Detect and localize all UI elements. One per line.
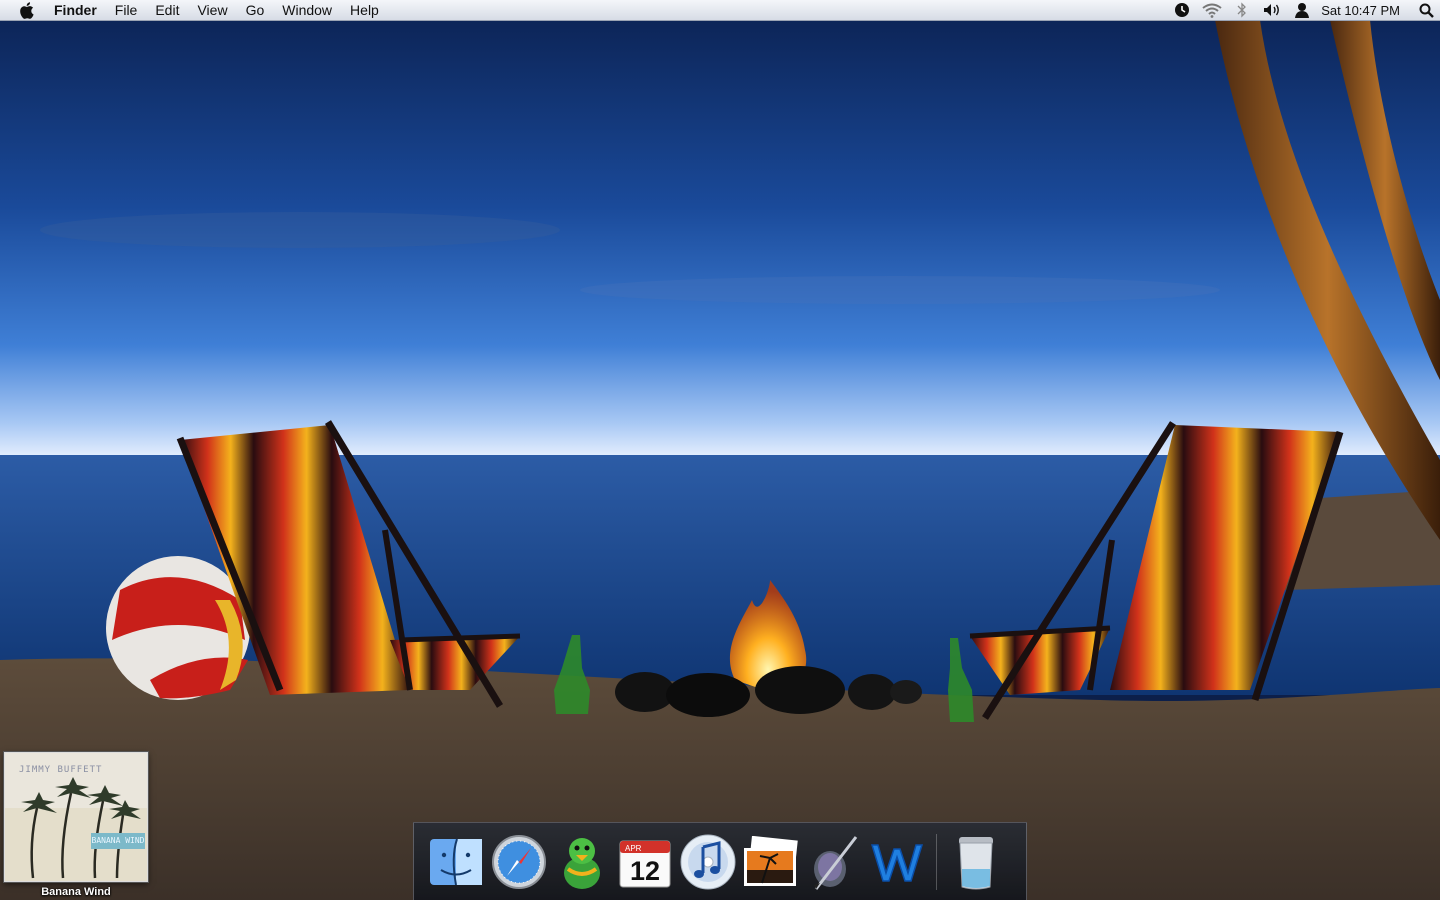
dock-item-trash[interactable] [944, 830, 1007, 894]
menubar-clock[interactable]: Sat 10:47 PM [1317, 3, 1412, 18]
dock-item-iphoto[interactable] [739, 830, 802, 894]
dock-item-word[interactable] [865, 830, 928, 894]
menu-view[interactable]: View [188, 0, 236, 21]
user-icon [1295, 3, 1310, 18]
menu-bar: Finder File Edit View Go Window Help Sat… [0, 0, 1440, 21]
bluetooth-menu[interactable] [1227, 0, 1257, 21]
itunes-icon [680, 834, 735, 889]
dock-separator [928, 832, 944, 892]
menu-file[interactable]: File [106, 0, 147, 21]
menu-go[interactable]: Go [237, 0, 274, 21]
album-artist-text: JIMMY BUFFETT [19, 765, 103, 775]
dock-item-script-editor[interactable] [802, 830, 865, 894]
spotlight-menu[interactable] [1412, 0, 1440, 21]
iphoto-icon [743, 835, 798, 886]
ical-day: 12 [629, 856, 659, 886]
wifi-menu[interactable] [1197, 0, 1227, 21]
menu-help[interactable]: Help [341, 0, 388, 21]
time-machine-icon [1175, 3, 1190, 17]
ical-icon: APR 12 [619, 840, 670, 887]
dock: APR 12 [413, 822, 1027, 900]
dock-item-finder[interactable] [424, 830, 487, 894]
wifi-icon [1202, 3, 1222, 18]
dock-item-itunes[interactable] [676, 830, 739, 894]
apple-icon [19, 1, 34, 19]
ical-month: APR [625, 844, 642, 853]
trash-icon [958, 836, 993, 889]
spotlight-search-icon [1419, 3, 1434, 18]
menu-window[interactable]: Window [273, 0, 341, 21]
word-icon [870, 843, 923, 882]
album-cover-icon[interactable]: JIMMY BUFFETT BANANA WIND [4, 752, 148, 882]
dock-item-safari[interactable] [487, 830, 550, 894]
dock-item-adium[interactable] [550, 830, 613, 894]
app-menu-finder[interactable]: Finder [52, 0, 106, 21]
script-editor-icon [813, 835, 857, 890]
adium-duck-icon [563, 837, 600, 889]
menu-edit[interactable]: Edit [146, 0, 188, 21]
bluetooth-icon [1237, 2, 1247, 18]
time-machine-menu[interactable] [1167, 0, 1197, 21]
apple-menu[interactable] [0, 0, 52, 21]
finder-icon [429, 838, 482, 885]
user-menu[interactable] [1287, 0, 1317, 21]
safari-icon [491, 834, 546, 889]
volume-menu[interactable] [1257, 0, 1287, 21]
dock-item-ical[interactable]: APR 12 [613, 830, 676, 894]
album-title-text: BANANA WIND [91, 833, 145, 849]
volume-icon [1264, 4, 1280, 16]
desktop-wallpaper [0, 0, 1440, 900]
desktop-item-label[interactable]: Banana Wind [41, 886, 111, 898]
desktop-item-banana-wind[interactable]: JIMMY BUFFETT BANANA WIND Banana Wind [4, 752, 148, 900]
